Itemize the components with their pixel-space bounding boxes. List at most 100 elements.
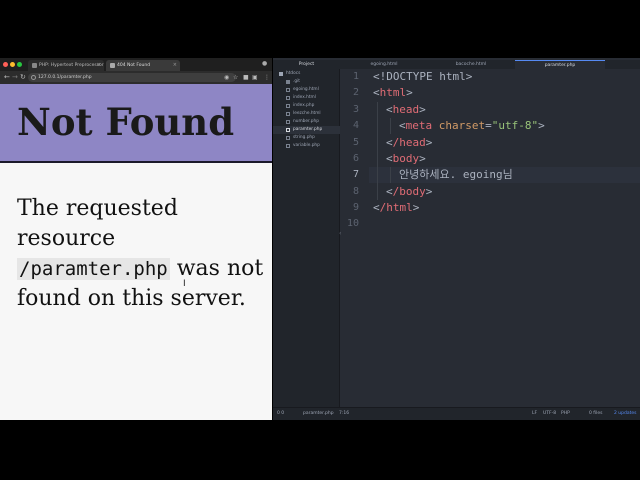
tag-name-token: html [379,86,407,99]
doctype-token: <!DOCTYPE html> [373,70,473,83]
cursor-position[interactable]: 7:16 [339,408,349,420]
tree-file-egoing-html[interactable]: egoing.html [273,86,340,94]
code-line-3: <head> [386,103,426,116]
updates-badge[interactable]: 2 updates [614,408,637,420]
line-number: 8 [352,186,359,197]
tree-file-index-html[interactable]: index.html [273,94,340,102]
code-line-7: 안녕하세요. egoing님 [399,167,513,183]
php-favicon-icon [32,63,37,68]
extension-icon[interactable]: ▣ [252,73,258,82]
profile-icon[interactable]: ● [262,59,267,68]
file-icon [286,136,290,140]
line-number: 5 [352,137,359,148]
browser-window: PHP: Hypertext Preprocessor × 404 Not Fo… [0,58,272,420]
tree-file-variable-php[interactable]: variable.php [273,142,340,150]
error-message: The requested resource /paramter.php was… [17,194,269,314]
tag-name-token: /head [392,136,426,149]
error-message-text: The requested resource [17,196,178,251]
menu-kebab-icon[interactable]: ⋮ [264,73,270,82]
file-icon [286,96,290,100]
line-number: 6 [352,153,359,164]
folder-icon [286,80,290,84]
line-number-current: 7 [352,169,359,180]
browser-tab-label: 404 Not Found [117,63,151,68]
tree-file-paramter-php[interactable]: paramter.php [273,126,340,134]
browser-tab-strip: PHP: Hypertext Preprocessor × 404 Not Fo… [0,58,272,71]
file-encoding[interactable]: UTF-8 [543,408,556,420]
line-number: 9 [352,202,359,213]
file-icon [286,120,290,124]
close-window-icon[interactable] [3,62,8,67]
address-bar[interactable]: 127.0.0.1/paramter.php [28,73,236,82]
tree-folder-git[interactable]: .git [273,78,340,86]
tag-name-token: /html [379,201,413,214]
project-tree: htdocs .git egoing.html index.html index… [273,69,340,407]
indent-guide [390,118,391,134]
folder-open-icon [279,72,283,76]
close-tab-icon[interactable]: × [173,60,177,71]
lint-counts[interactable]: 0 0 [277,408,284,420]
code-line-5: </head> [386,136,433,149]
back-arrow-icon[interactable]: ← [4,73,10,82]
line-number-gutter: 1 2 3 4 5 6 7 8 9 10 [341,69,369,407]
indent-guide [390,167,391,183]
file-icon [286,144,290,148]
page-header: Not Found [0,84,272,163]
tag-name-token: head [392,103,420,116]
tree-item-label: htdocs [286,71,301,76]
line-number: 1 [352,71,359,82]
minimize-window-icon[interactable] [10,62,15,67]
status-file-name[interactable]: paramter.php [303,408,334,420]
tree-folder-htdocs[interactable]: htdocs [273,70,340,78]
page-title: Not Found [17,100,235,144]
line-number: 2 [352,87,359,98]
browser-tab-not-found[interactable]: 404 Not Found × [106,60,180,71]
tab-bacoche-html[interactable]: bacoche.html [428,60,514,69]
code-line-8: </body> [386,185,433,198]
file-icon [286,112,290,116]
attribute-token: charset [438,119,486,132]
browser-tab-label: PHP: Hypertext Preprocessor [39,63,104,68]
string-token: "utf-8" [491,119,539,132]
tab-egoing-html[interactable]: egoing.html [341,60,427,69]
maximize-window-icon[interactable] [17,62,22,67]
indent-guide [377,102,378,200]
status-bar: 0 0 paramter.php 7:16 LF UTF-8 PHP 0 fil… [273,407,640,420]
tree-item-label: egoing.html [293,87,319,92]
tree-item-label: number.php [293,119,319,124]
grammar-selector[interactable]: PHP [561,408,570,420]
page-favicon-icon [110,63,115,68]
tree-file-string-php[interactable]: string.php [273,134,340,142]
code-line-4: <meta charset="utf-8"> [399,119,545,132]
code-line-2: <html> [373,86,413,99]
tree-item-label: .git [293,79,300,84]
address-bar-url: 127.0.0.1/paramter.php [38,75,92,80]
tag-name-token: /body [392,185,426,198]
site-info-icon[interactable] [31,75,36,80]
file-icon [286,88,290,92]
tree-file-index-php[interactable]: index.php [273,102,340,110]
tab-paramter-php[interactable]: paramter.php [515,60,605,69]
tree-item-label: index.php [293,103,315,108]
tree-file-leezche-html[interactable]: leezche.html [273,110,340,118]
requested-path: /paramter.php [17,258,170,280]
extension-icon[interactable]: ■ [243,73,249,82]
tree-item-label: string.php [293,135,315,140]
tab-project[interactable]: Project [273,60,340,69]
tree-item-label: index.html [293,95,316,100]
reload-icon[interactable]: ↻ [20,73,26,82]
browser-tab-php[interactable]: PHP: Hypertext Preprocessor × [28,60,104,71]
text-content-token: 안녕하세요. egoing님 [399,168,513,181]
code-area[interactable]: <!DOCTYPE html> <html> <head> <meta char… [369,69,640,407]
line-number: 3 [352,104,359,115]
desktop-screen: PHP: Hypertext Preprocessor × 404 Not Fo… [0,58,640,420]
forward-arrow-icon[interactable]: → [12,73,18,82]
code-line-9: </html> [373,201,420,214]
close-tab-icon[interactable]: × [97,60,101,71]
reader-icon[interactable]: ◉ [224,73,229,82]
code-editor-window: Project egoing.html bacoche.html paramte… [273,58,640,420]
line-ending[interactable]: LF [532,408,537,420]
bookmark-star-icon[interactable]: ☆ [233,73,238,82]
git-files-status[interactable]: 0 files [589,408,603,420]
tree-file-number-php[interactable]: number.php [273,118,340,126]
